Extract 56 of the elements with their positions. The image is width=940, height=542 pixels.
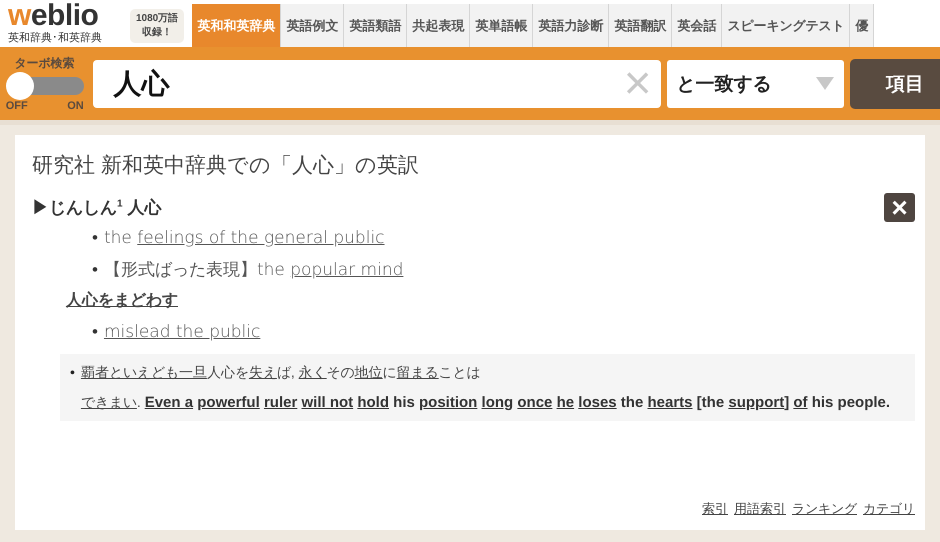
word-link[interactable]: support — [728, 394, 784, 411]
example-sentence: 覇者といえども一旦人心を失えば, 永く その地位に留まる ことは できまい. Even a powerful ruler will not hold his position long once he loses the hearts [the support] of his people. — [80, 363, 892, 413]
word-link[interactable]: 地位 — [354, 364, 383, 380]
bullet: • — [92, 228, 98, 248]
nav-tab[interactable]: 優 — [850, 4, 874, 47]
nav-tab[interactable]: 共起表現 — [407, 4, 470, 47]
toggle-switch[interactable] — [6, 72, 84, 100]
word-link[interactable]: will not — [301, 394, 354, 411]
translation-text: the — [104, 228, 133, 248]
word-link[interactable]: 失え — [248, 364, 277, 380]
close-button[interactable]: × — [884, 193, 915, 222]
translation-link[interactable]: feelings of the general public — [137, 228, 385, 248]
translation-link[interactable]: popular mind — [290, 260, 404, 280]
off-label: OFF — [6, 100, 28, 112]
word-link[interactable]: he — [556, 394, 574, 411]
word-link[interactable]: hold — [357, 394, 389, 411]
bullet: • — [70, 363, 75, 382]
phrase-link[interactable]: 人心をまどわす — [66, 286, 178, 316]
nav-tab[interactable]: 英語類語 — [344, 4, 408, 47]
footer-link[interactable]: 索引 — [702, 500, 728, 518]
footer-link[interactable]: カテゴリ — [863, 500, 915, 518]
nav-tab[interactable]: 英単語帳 — [470, 4, 534, 47]
word-link[interactable]: 留まる — [396, 364, 439, 380]
word-link[interactable]: Even a — [144, 394, 194, 411]
word-link[interactable]: 永く — [298, 364, 327, 380]
on-label: ON — [67, 100, 84, 112]
logo-subtitle: 英和辞典･和英辞典 — [8, 30, 103, 45]
footer-link[interactable]: ランキング — [792, 500, 857, 518]
turbo-search-label: ターボ検索 — [14, 55, 75, 72]
word-count-badge: 1080万語 収録！ — [130, 9, 184, 43]
translation-link[interactable]: mislead the public — [104, 322, 260, 342]
nav-tab[interactable]: 英語力診断 — [533, 4, 610, 47]
word-link[interactable]: 覇者といえども一旦 — [80, 364, 207, 380]
result-title: 研究社 新和英中辞典での「人心」の英訳 — [32, 153, 420, 179]
caret-icon — [816, 76, 834, 90]
footer-link[interactable]: 用語索引 — [734, 500, 786, 518]
match-dropdown[interactable]: と一致する — [666, 60, 844, 108]
nav-tab[interactable]: 英語例文 — [281, 4, 344, 47]
bullet: • — [92, 322, 98, 342]
word-link[interactable]: hearts — [647, 394, 693, 411]
word-link[interactable]: ruler — [264, 394, 298, 411]
logo[interactable]: weblio — [8, 2, 126, 30]
search-button[interactable]: 項目 — [850, 58, 940, 108]
entry-heading: ▶じんしん$^{1}$ 人心 — [32, 197, 162, 219]
word-link[interactable]: long — [482, 394, 514, 411]
word-link[interactable]: powerful — [197, 394, 260, 411]
bullet: • — [92, 260, 98, 280]
nav-tab[interactable]: 英語翻訳 — [609, 4, 672, 47]
word-link[interactable]: position — [419, 394, 478, 411]
word-link[interactable]: loses — [578, 394, 617, 411]
word-link[interactable]: of — [793, 394, 808, 411]
word-link[interactable]: once — [517, 394, 552, 411]
word-link[interactable]: できまい — [80, 394, 137, 410]
translation-text: 【形式ばった表現】the — [104, 260, 286, 280]
nav-tab[interactable]: スピーキングテスト — [722, 4, 850, 47]
nav-tab[interactable]: 英会話 — [672, 4, 722, 47]
